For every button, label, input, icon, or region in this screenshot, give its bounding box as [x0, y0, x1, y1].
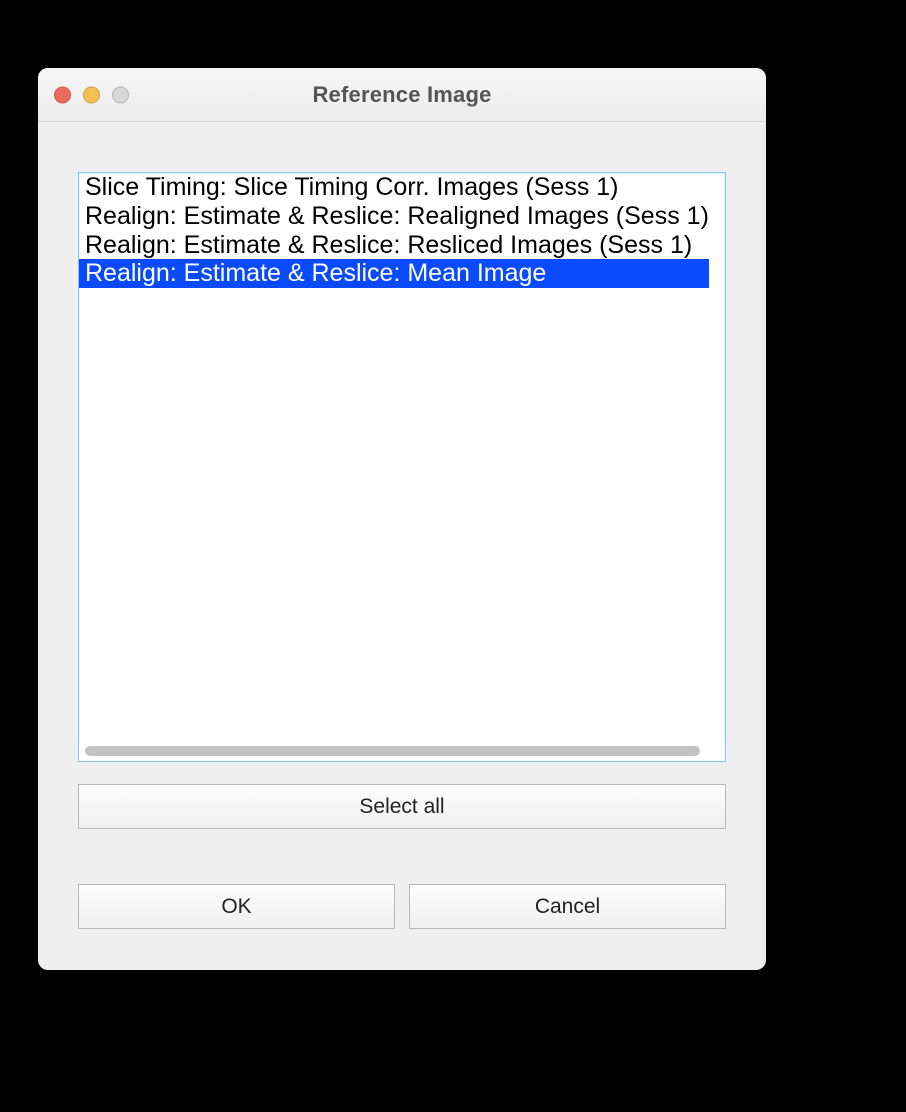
list-item[interactable]: Slice Timing: Slice Timing Corr. Images … — [79, 173, 709, 202]
list-item[interactable]: Realign: Estimate & Reslice: Mean Image — [79, 259, 709, 288]
list-item[interactable]: Realign: Estimate & Reslice: Resliced Im… — [79, 231, 709, 260]
ok-label: OK — [221, 895, 251, 919]
titlebar: Reference Image — [38, 68, 766, 122]
window-zoom-button[interactable] — [112, 86, 129, 103]
ok-cancel-row: OK Cancel — [78, 884, 726, 929]
select-all-label: Select all — [359, 795, 444, 819]
listbox-container: Slice Timing: Slice Timing Corr. Images … — [78, 172, 726, 762]
select-all-button[interactable]: Select all — [78, 784, 726, 829]
select-all-row: Select all — [78, 784, 726, 829]
ok-button[interactable]: OK — [78, 884, 395, 929]
cancel-label: Cancel — [535, 895, 600, 919]
reference-image-listbox[interactable]: Slice Timing: Slice Timing Corr. Images … — [79, 173, 725, 743]
horizontal-scrollbar-thumb[interactable] — [85, 746, 700, 756]
window-title: Reference Image — [38, 82, 766, 108]
cancel-button[interactable]: Cancel — [409, 884, 726, 929]
window-minimize-button[interactable] — [83, 86, 100, 103]
dialog-window: Reference Image Slice Timing: Slice Timi… — [38, 68, 766, 970]
list-item[interactable]: Realign: Estimate & Reslice: Realigned I… — [79, 202, 709, 231]
dialog-content: Slice Timing: Slice Timing Corr. Images … — [38, 122, 766, 970]
window-close-button[interactable] — [54, 86, 71, 103]
traffic-lights — [54, 86, 129, 103]
horizontal-scrollbar[interactable] — [79, 743, 725, 761]
